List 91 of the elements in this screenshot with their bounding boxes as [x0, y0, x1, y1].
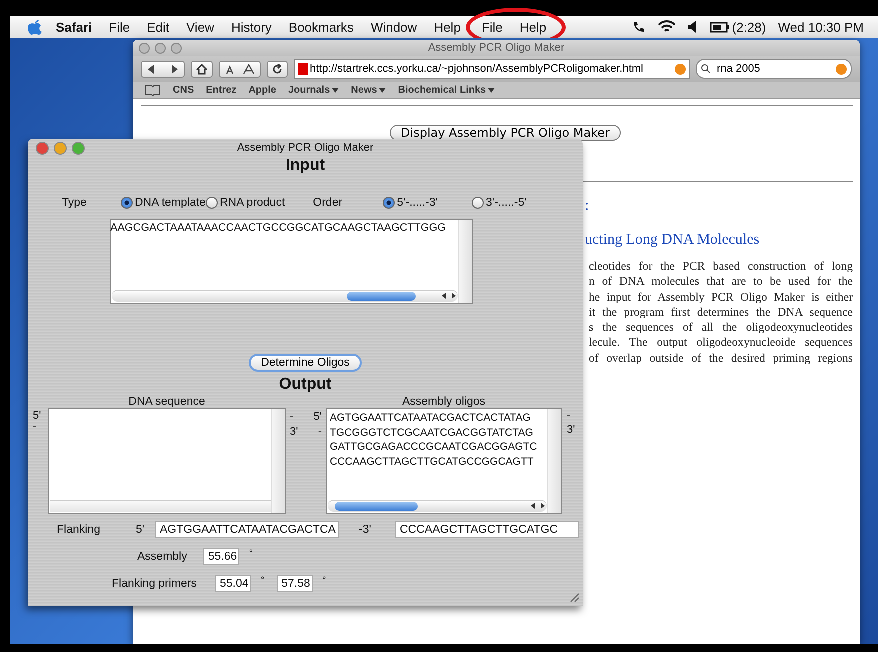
determine-oligos-button[interactable]: Determine Oligos — [249, 354, 362, 372]
radio-option[interactable]: 5'-.....-3' — [383, 197, 438, 209]
degree-mark: ° — [249, 548, 253, 558]
column-label: Assembly oligos — [401, 396, 487, 408]
vertical-scrollbar[interactable] — [271, 409, 285, 513]
strand-mark: - — [318, 426, 322, 438]
menu-clock[interactable]: Wed 10:30 PM — [778, 20, 864, 34]
strand-mark: - — [33, 422, 38, 433]
battery-time: (2:28) — [732, 20, 766, 34]
menu-item[interactable]: Edit — [147, 20, 170, 34]
section-heading: Output — [279, 376, 332, 394]
zoom-icon[interactable] — [72, 142, 85, 155]
close-icon[interactable] — [139, 43, 150, 54]
flank-3-field[interactable]: CCCAAGCTTAGCTTGCATGC — [395, 521, 579, 538]
window-title: Assembly PCR Oligo Maker — [237, 142, 374, 154]
horizontal-scrollbar[interactable] — [50, 500, 271, 512]
wifi-icon[interactable] — [658, 20, 676, 34]
phone-icon[interactable] — [632, 20, 646, 34]
horizontal-scrollbar[interactable] — [112, 290, 458, 302]
radio-option[interactable]: 3'-.....-5' — [472, 197, 527, 209]
close-icon[interactable] — [36, 142, 49, 155]
primer-temp-field[interactable]: 57.58 — [276, 575, 313, 592]
bookmark-item[interactable]: CNS — [173, 84, 194, 96]
assembly-temp-field[interactable]: 55.66 — [203, 548, 240, 565]
text-size-icon — [224, 64, 256, 74]
strand-mark: - — [290, 411, 294, 423]
vertical-scrollbar[interactable] — [547, 409, 561, 513]
flank-5-field[interactable]: AGTGGAATTCATAATACGACTCA — [155, 521, 339, 538]
field-label: Order — [313, 197, 344, 209]
radio-option[interactable]: RNA product — [206, 197, 286, 209]
bookmark-item[interactable]: News — [351, 84, 386, 96]
reload-icon — [272, 64, 283, 74]
back-forward-button[interactable] — [141, 60, 185, 78]
degree-mark: ° — [322, 575, 326, 585]
strand-mark: 3' — [290, 426, 298, 438]
minimize-icon[interactable] — [54, 142, 67, 155]
menu-item[interactable]: Help — [434, 20, 461, 34]
primer-temp-field[interactable]: 55.04 — [215, 575, 251, 592]
speaker-icon[interactable] — [688, 21, 698, 33]
sequence-input[interactable]: AAGCGACTAAATAAACCAACTGCCGGCATGCAAGCTAAGCTTGGG — [110, 219, 472, 304]
bookmark-item[interactable]: Biochemical Links — [398, 84, 496, 96]
field-label: Flanking primers — [112, 578, 197, 590]
minimize-icon[interactable] — [155, 43, 166, 54]
search-icon — [701, 64, 713, 74]
bookmarks-book-icon[interactable] — [145, 84, 161, 96]
home-button[interactable] — [191, 60, 213, 78]
menu-item[interactable]: Help — [520, 20, 547, 34]
field-label: Assembly — [138, 550, 188, 562]
link-text[interactable]: : — [585, 198, 590, 215]
scroll-arrows-icon[interactable] — [530, 502, 546, 510]
page-heading: ucting Long DNA Molecules — [585, 232, 760, 249]
dna-sequence-output[interactable] — [48, 408, 286, 514]
strand-mark: -3' — [359, 524, 372, 536]
reload-button[interactable] — [267, 60, 288, 78]
scroll-arrows-icon[interactable] — [440, 292, 456, 300]
radio-option[interactable]: DNA template — [121, 197, 206, 209]
menu-item[interactable]: Bookmarks — [288, 20, 354, 34]
bookmark-item[interactable]: Entrez — [206, 84, 237, 96]
battery-icon[interactable] — [710, 22, 730, 32]
menu-item[interactable]: File — [109, 20, 130, 34]
section-heading: Input — [286, 157, 326, 175]
strand-mark: 5' — [136, 524, 146, 536]
house-icon — [196, 64, 208, 74]
bookmark-item[interactable]: Journals — [288, 84, 340, 96]
column-label: DNA sequence — [128, 396, 206, 408]
strand-mark: 5' — [33, 411, 42, 422]
menu-item[interactable]: File — [482, 20, 503, 34]
degree-mark: ° — [261, 575, 265, 585]
apple-logo-icon[interactable] — [28, 19, 42, 35]
zoom-icon[interactable] — [171, 43, 182, 54]
menu-item[interactable]: Window — [370, 20, 418, 34]
oligos-output[interactable]: AGTGGAATTCATAATACGACTCACTATAG TGCGGGTCTCGCAATCGACGGTATCTAG GATTGCGAGACCCGCAATCGACGGAGTC CCCAAGCTTAGCTTGCATGCCGGCAGTT — [326, 408, 562, 514]
text-size-button[interactable] — [219, 60, 261, 78]
search-field[interactable]: rna 2005 — [696, 59, 852, 79]
page-paragraph: cleotides for the PCR based construction of long n of DNA molecules that are to be used for the he input for Assembly PCR Oligo Maker is either it the program first determines the DNA sequence s the sequences of all the oligodeoxynucleotides lecule. The output oligodeoxynucleoide sequences of overlap outside of the desired priming regions — [589, 259, 853, 366]
field-label: Type — [62, 197, 88, 209]
strand-mark: - — [567, 411, 572, 422]
menu-item[interactable]: Safari — [56, 20, 92, 34]
field-label: Flanking — [57, 524, 102, 536]
back-forward-arrows-icon — [148, 64, 178, 74]
menu-item[interactable]: View — [186, 20, 214, 34]
window-title: Assembly PCR Oligo Maker — [428, 42, 565, 54]
strand-mark: 5' — [314, 411, 322, 423]
vertical-scrollbar[interactable] — [458, 220, 472, 303]
bookmark-item[interactable]: Apple — [248, 84, 276, 96]
menu-item[interactable]: History — [231, 20, 272, 34]
resize-grip-icon[interactable] — [569, 592, 580, 603]
address-field[interactable]: http://startrek.ccs.yorku.ca/~pjohnson/AssemblyPCRoligomaker.html — [294, 59, 690, 79]
display-button[interactable]: Display Assembly PCR Oligo Maker — [390, 125, 621, 141]
horizontal-scrollbar[interactable] — [328, 500, 547, 512]
strand-mark: 3' — [567, 425, 576, 436]
